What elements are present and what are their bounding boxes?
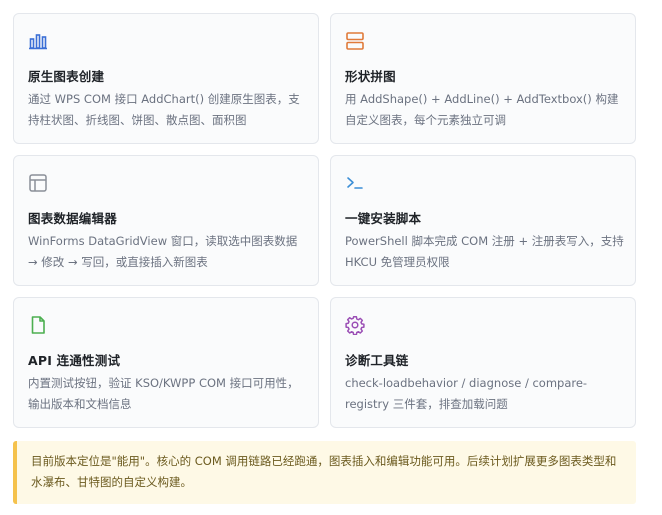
feature-card-api-test: API 连通性测试 内置测试按钮，验证 KSO/KWPP COM 接口可用性，输… [13,297,319,428]
status-note: 目前版本定位是"能用"。核心的 COM 调用链路已经跑通，图表插入和编辑功能可用… [13,441,636,504]
card-title: 图表数据编辑器 [28,211,117,226]
feature-card-shape-puzzle: 形状拼图 用 AddShape() + AddLine() + AddTextb… [330,13,636,144]
table-icon [28,173,48,193]
card-title: 形状拼图 [345,69,396,84]
feature-grid: 原生图表创建 通过 WPS COM 接口 AddChart() 创建原生图表，支… [13,13,636,428]
feature-card-data-editor: 图表数据编辑器 WinForms DataGridView 窗口，读取选中图表数… [13,155,319,286]
bar-chart-icon [28,31,48,51]
feature-card-install-script: 一键安装脚本 PowerShell 脚本完成 COM 注册 + 注册表写入，支持… [330,155,636,286]
file-icon [28,315,48,335]
card-title: 一键安装脚本 [345,211,422,226]
card-description: 通过 WPS COM 接口 AddChart() 创建原生图表，支持柱状图、折线… [28,92,300,127]
feature-card-native-chart: 原生图表创建 通过 WPS COM 接口 AddChart() 创建原生图表，支… [13,13,319,144]
feature-card-diagnostics: 诊断工具链 check-loadbehavior / diagnose / co… [330,297,636,428]
card-title: 原生图表创建 [28,69,105,84]
card-title: API 连通性测试 [28,353,121,368]
card-description: 内置测试按钮，验证 KSO/KWPP COM 接口可用性，输出版本和文档信息 [28,376,299,411]
card-description: 用 AddShape() + AddLine() + AddTextbox() … [345,92,619,127]
terminal-icon [345,173,365,193]
card-title: 诊断工具链 [345,353,409,368]
card-description: WinForms DataGridView 窗口，读取选中图表数据 → 修改 →… [28,234,298,269]
card-description: check-loadbehavior / diagnose / compare-… [345,376,588,411]
shapes-icon [345,31,365,51]
card-description: PowerShell 脚本完成 COM 注册 + 注册表写入，支持 HKCU 免… [345,234,624,269]
gear-icon [345,315,365,335]
